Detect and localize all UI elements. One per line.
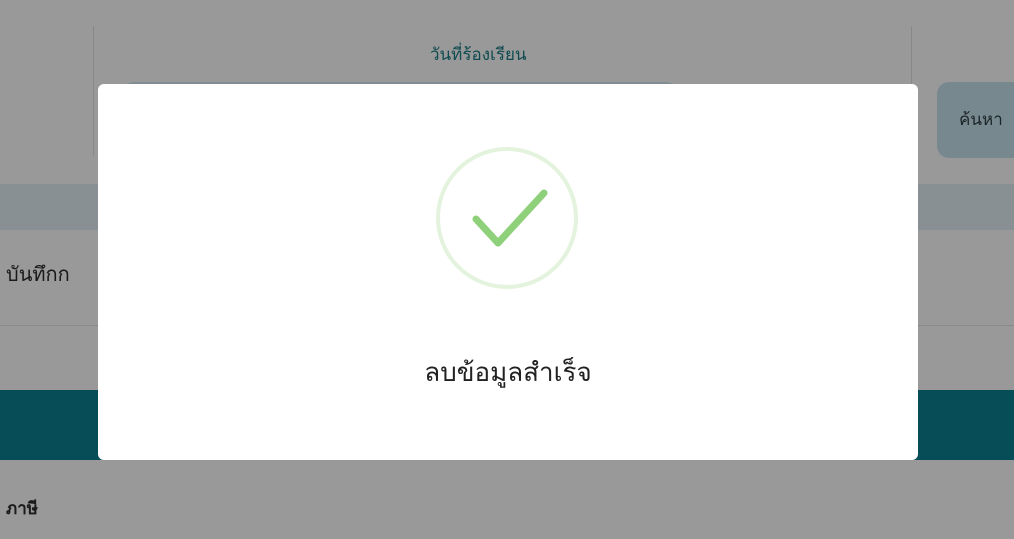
success-message: ลบข้อมูลสำเร็จ (424, 358, 592, 388)
check-icon (436, 147, 578, 289)
success-dialog: ลบข้อมูลสำเร็จ (98, 84, 918, 460)
